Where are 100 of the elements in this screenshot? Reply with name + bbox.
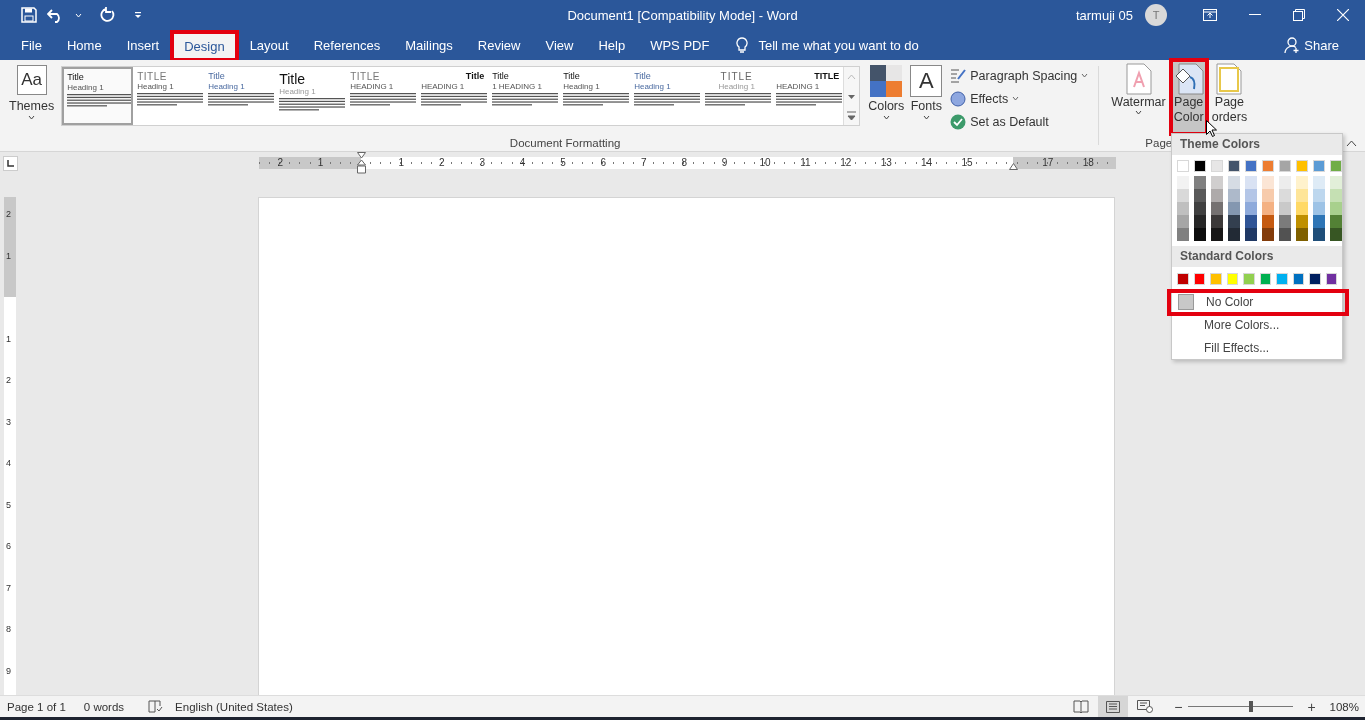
color-swatch[interactable] <box>1226 273 1238 285</box>
color-swatch[interactable] <box>1262 215 1274 228</box>
color-swatch[interactable] <box>1292 273 1304 285</box>
page-background-button[interactable]: Watermar <box>1109 61 1168 133</box>
ribbon-tab[interactable]: Help <box>586 30 638 60</box>
indent-marker-icon[interactable] <box>357 152 366 174</box>
color-swatch[interactable] <box>1279 176 1291 189</box>
color-swatch[interactable] <box>1245 189 1257 202</box>
color-swatch[interactable] <box>1245 202 1257 215</box>
restore-icon[interactable] <box>1293 9 1305 21</box>
zoom-out-button[interactable]: − <box>1170 698 1187 715</box>
menu-item[interactable]: More Colors... <box>1172 313 1342 337</box>
caret-icon[interactable] <box>75 12 82 18</box>
tell-me-field[interactable]: Tell me what you want to do <box>758 37 919 53</box>
color-swatch[interactable] <box>1330 176 1342 189</box>
color-swatch[interactable] <box>1296 202 1308 215</box>
share-button[interactable]: Share <box>1278 30 1345 60</box>
color-swatch[interactable] <box>1296 160 1308 172</box>
color-swatch[interactable] <box>1330 228 1342 241</box>
ribbon-tab[interactable]: Review <box>465 30 533 60</box>
color-swatch[interactable] <box>1193 273 1205 285</box>
color-swatch[interactable] <box>1211 228 1223 241</box>
ribbon-tab[interactable]: Insert <box>114 30 172 60</box>
color-swatch[interactable] <box>1276 273 1288 285</box>
menu-item[interactable]: Fill Effects... <box>1172 336 1342 359</box>
tab-selector-button[interactable] <box>3 155 18 171</box>
color-swatch[interactable] <box>1228 215 1240 228</box>
ribbon-tab[interactable]: View <box>533 30 586 60</box>
color-swatch[interactable] <box>1262 202 1274 215</box>
color-swatch[interactable] <box>1177 273 1189 285</box>
color-swatch[interactable] <box>1262 189 1274 202</box>
proofing-icon[interactable] <box>148 700 164 713</box>
color-swatch[interactable] <box>1313 160 1325 172</box>
ribbon-tab[interactable]: Mailings <box>393 30 465 60</box>
zoom-in-button[interactable]: + <box>1303 698 1320 715</box>
color-swatch[interactable] <box>1194 215 1206 228</box>
color-swatch[interactable] <box>1296 176 1308 189</box>
color-swatch[interactable] <box>1211 202 1223 215</box>
themes-button[interactable]: Aa Themes <box>6 65 58 120</box>
color-swatch[interactable] <box>1177 215 1189 228</box>
color-swatch[interactable] <box>1262 176 1274 189</box>
color-swatch[interactable] <box>1279 160 1291 172</box>
set-as-default-button[interactable]: Set as Default <box>948 111 1091 132</box>
color-swatch[interactable] <box>1279 228 1291 241</box>
menu-item[interactable]: No Color <box>1169 291 1347 314</box>
color-swatch[interactable] <box>1296 189 1308 202</box>
ribbon-tab[interactable]: File <box>9 30 54 60</box>
ribbon-tab[interactable]: WPS PDF <box>638 30 722 60</box>
color-swatch[interactable] <box>1211 176 1223 189</box>
color-swatch[interactable] <box>1279 202 1291 215</box>
color-swatch[interactable] <box>1330 189 1342 202</box>
color-swatch[interactable] <box>1211 189 1223 202</box>
ribbon-display-icon[interactable] <box>1203 9 1217 21</box>
style-set-thumbnail[interactable]: Title Heading 1 <box>62 67 134 125</box>
color-swatch[interactable] <box>1228 202 1240 215</box>
color-swatch[interactable] <box>1313 215 1325 228</box>
right-indent-marker-icon[interactable] <box>1009 163 1018 170</box>
color-swatch[interactable] <box>1245 215 1257 228</box>
word-count[interactable]: 0 words <box>83 700 125 713</box>
color-swatch[interactable] <box>1245 176 1257 189</box>
colors-button[interactable]: Colors <box>865 65 908 120</box>
page-background-button[interactable]: Page orders <box>1209 61 1250 133</box>
customize-toolbar-icon[interactable] <box>134 11 142 19</box>
color-swatch[interactable] <box>1330 202 1342 215</box>
color-swatch[interactable] <box>1211 215 1223 228</box>
page-count[interactable]: Page 1 of 1 <box>7 700 66 713</box>
redo-icon[interactable] <box>100 7 116 23</box>
color-swatch[interactable] <box>1309 273 1321 285</box>
color-swatch[interactable] <box>1194 228 1206 241</box>
color-swatch[interactable] <box>1279 189 1291 202</box>
color-swatch[interactable] <box>1279 215 1291 228</box>
color-swatch[interactable] <box>1211 160 1223 172</box>
paragraph-spacing-button[interactable]: Paragraph Spacing <box>948 65 1091 86</box>
fonts-button[interactable]: A Fonts <box>907 65 946 120</box>
color-swatch[interactable] <box>1313 176 1325 189</box>
color-swatch[interactable] <box>1262 160 1274 172</box>
color-swatch[interactable] <box>1194 202 1206 215</box>
color-swatch[interactable] <box>1313 189 1325 202</box>
color-swatch[interactable] <box>1245 228 1257 241</box>
color-swatch[interactable] <box>1194 189 1206 202</box>
color-swatch[interactable] <box>1194 176 1206 189</box>
color-swatch[interactable] <box>1228 160 1240 172</box>
color-swatch[interactable] <box>1177 202 1189 215</box>
color-swatch[interactable] <box>1296 215 1308 228</box>
print-view-button[interactable] <box>1098 696 1129 717</box>
minimize-icon[interactable] <box>1249 14 1261 16</box>
ribbon-tab[interactable]: References <box>301 30 393 60</box>
ribbon-tab[interactable]: Design <box>172 32 237 60</box>
color-swatch[interactable] <box>1262 228 1274 241</box>
color-swatch[interactable] <box>1228 189 1240 202</box>
color-swatch[interactable] <box>1325 273 1337 285</box>
color-swatch[interactable] <box>1228 176 1240 189</box>
color-swatch[interactable] <box>1296 228 1308 241</box>
color-swatch[interactable] <box>1228 228 1240 241</box>
save-icon[interactable] <box>21 7 37 23</box>
close-icon[interactable] <box>1337 9 1349 21</box>
page-background-button[interactable]: Page Color <box>1171 61 1206 133</box>
color-swatch[interactable] <box>1177 160 1189 172</box>
effects-button[interactable]: Effects <box>948 88 1091 109</box>
color-swatch[interactable] <box>1313 228 1325 241</box>
